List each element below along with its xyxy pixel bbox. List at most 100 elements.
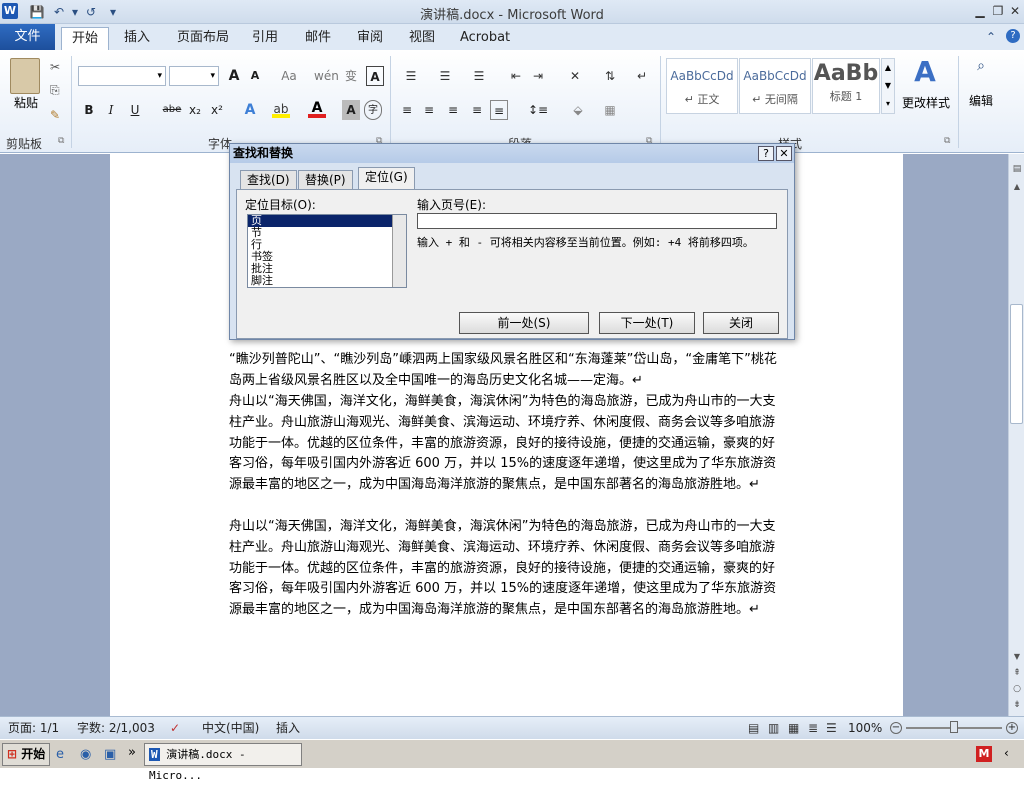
tab-file[interactable]: 文件 bbox=[0, 24, 55, 50]
tab-mailings[interactable]: 邮件 bbox=[295, 27, 341, 50]
page-count[interactable]: 页面: 1/1 bbox=[8, 717, 59, 739]
change-case-icon[interactable]: Aa bbox=[278, 66, 300, 86]
view-draft-icon[interactable]: ☰ bbox=[826, 717, 837, 739]
subscript-button[interactable]: x₂ bbox=[186, 100, 204, 120]
select-browse-object-icon[interactable]: ○ bbox=[1011, 684, 1023, 694]
word-count[interactable]: 字数: 2/1,003 bbox=[77, 717, 155, 739]
underline-button[interactable]: U bbox=[126, 100, 144, 120]
zoom-in-icon[interactable]: + bbox=[1006, 722, 1018, 734]
tab-replace[interactable]: 替换(P) bbox=[298, 170, 353, 190]
taskbar-expand-icon[interactable]: » bbox=[128, 745, 136, 760]
sort-icon[interactable]: ⇅ bbox=[600, 66, 620, 86]
help-icon[interactable]: ? bbox=[1006, 29, 1020, 43]
view-reading-icon[interactable]: ▥ bbox=[768, 717, 779, 739]
dialog-close-icon[interactable]: ✕ bbox=[776, 146, 792, 161]
change-styles-icon[interactable]: A bbox=[910, 56, 940, 88]
enclose-icon[interactable]: 字 bbox=[364, 100, 382, 120]
decrease-indent-icon[interactable]: ⇤ bbox=[506, 66, 526, 86]
style-heading-1[interactable]: AaBb 标题 1 bbox=[812, 58, 880, 114]
zoom-out-icon[interactable]: − bbox=[890, 722, 902, 734]
char-shading-icon[interactable]: A bbox=[342, 100, 360, 120]
distribute-icon[interactable]: ≡ bbox=[490, 100, 508, 120]
clipboard-launcher-icon[interactable]: ⧉ bbox=[58, 136, 64, 146]
start-button[interactable]: ⊞ 开始 bbox=[2, 743, 51, 766]
change-styles-button[interactable]: 更改样式 bbox=[900, 94, 952, 111]
bullets-icon[interactable]: ☰ bbox=[398, 66, 424, 86]
multilevel-list-icon[interactable]: ☰ bbox=[466, 66, 492, 86]
styles-scroll[interactable]: ▲ ▼ ▾ bbox=[881, 58, 895, 114]
scroll-down-icon[interactable]: ▼ bbox=[1011, 652, 1023, 661]
dialog-help-button[interactable]: ? bbox=[758, 146, 774, 161]
zoom-level[interactable]: 100% bbox=[848, 717, 882, 739]
tab-view[interactable]: 视图 bbox=[399, 27, 445, 50]
ie-icon[interactable]: e bbox=[56, 747, 64, 762]
strikethrough-button[interactable]: abe bbox=[160, 100, 184, 120]
enclose-char-icon[interactable]: 变 bbox=[342, 66, 360, 86]
increase-indent-icon[interactable]: ⇥ bbox=[528, 66, 548, 86]
taskbar-word-button[interactable]: W 演讲稿.docx - Micro... bbox=[144, 743, 302, 782]
copy-icon[interactable]: ⎘ bbox=[50, 83, 60, 98]
list-item[interactable]: 节 bbox=[248, 227, 406, 239]
char-border-icon[interactable]: A bbox=[366, 66, 384, 86]
format-painter-icon[interactable]: ✎ bbox=[50, 108, 60, 122]
tab-acrobat[interactable]: Acrobat bbox=[450, 27, 520, 50]
superscript-button[interactable]: x² bbox=[208, 100, 226, 120]
insert-mode[interactable]: 插入 bbox=[276, 717, 300, 739]
tab-home[interactable]: 开始 bbox=[61, 27, 110, 50]
tab-references[interactable]: 引用 bbox=[242, 27, 288, 50]
list-item[interactable]: 脚注 bbox=[248, 275, 406, 287]
cut-icon[interactable]: ✂ bbox=[50, 60, 60, 74]
close-window-icon[interactable]: ✕ bbox=[1005, 2, 1024, 20]
collapse-ribbon-icon[interactable]: ⌃ bbox=[986, 30, 996, 44]
italic-button[interactable]: I bbox=[102, 100, 120, 120]
minimize-icon[interactable]: ▁ bbox=[970, 2, 990, 20]
style-no-spacing[interactable]: AaBbCcDd ↵ 无间隔 bbox=[739, 58, 811, 114]
justify-icon[interactable]: ≡ bbox=[468, 100, 486, 120]
tray-expand-icon[interactable]: ‹ bbox=[1004, 746, 1009, 760]
font-size-combo[interactable]: ▾ bbox=[169, 66, 219, 86]
page-number-input[interactable] bbox=[417, 213, 777, 229]
ruler-toggle-icon[interactable]: ▤ bbox=[1011, 164, 1023, 176]
paste-icon[interactable] bbox=[10, 58, 40, 94]
tab-page-layout[interactable]: 页面布局 bbox=[167, 27, 239, 50]
paragraph[interactable]: “瞧沙列普陀山”、“瞧沙列岛”嵊泗两上国家级风景名胜区和“东海蓬莱”岱山岛，“金… bbox=[229, 350, 785, 392]
next-button[interactable]: 下一处(T) bbox=[599, 312, 695, 334]
align-center-icon[interactable]: ≡ bbox=[420, 100, 438, 120]
proofing-icon[interactable]: ✓ bbox=[170, 717, 180, 739]
bold-button[interactable]: B bbox=[80, 100, 98, 120]
vertical-scrollbar[interactable]: ▤ ▲ ▼ ⇞ ○ ⇟ bbox=[1008, 154, 1024, 716]
scroll-up-icon[interactable]: ▲ bbox=[1011, 182, 1023, 191]
font-color-icon[interactable]: A bbox=[308, 100, 326, 118]
media-icon[interactable]: ▣ bbox=[104, 747, 116, 762]
tab-find[interactable]: 查找(D) bbox=[240, 170, 297, 190]
font-name-combo[interactable]: ▾ bbox=[78, 66, 166, 86]
align-left-icon[interactable]: ≡ bbox=[398, 100, 416, 120]
text-effects-icon[interactable]: A bbox=[240, 100, 260, 120]
close-button[interactable]: 关闭 bbox=[703, 312, 779, 334]
next-page-icon[interactable]: ⇟ bbox=[1011, 700, 1023, 710]
view-outline-icon[interactable]: ≣ bbox=[808, 717, 818, 739]
grow-font-icon[interactable]: A bbox=[224, 66, 244, 86]
prev-page-icon[interactable]: ⇞ bbox=[1011, 668, 1023, 678]
align-right-icon[interactable]: ≡ bbox=[444, 100, 462, 120]
view-print-layout-icon[interactable]: ▤ bbox=[748, 717, 759, 739]
phonetic-icon[interactable]: wén bbox=[314, 66, 339, 86]
list-scrollbar[interactable] bbox=[392, 215, 406, 287]
tab-review[interactable]: 审阅 bbox=[347, 27, 393, 50]
tab-goto[interactable]: 定位(G) bbox=[358, 167, 415, 190]
binoculars-icon[interactable]: ⌕ bbox=[970, 58, 992, 80]
list-item[interactable]: 页 bbox=[248, 215, 406, 227]
language[interactable]: 中文(中国) bbox=[202, 717, 259, 739]
scroll-thumb[interactable] bbox=[1010, 304, 1023, 424]
tab-insert[interactable]: 插入 bbox=[114, 27, 160, 50]
numbering-icon[interactable]: ☰ bbox=[432, 66, 458, 86]
paragraph[interactable]: 舟山以“海天佛国，海洋文化，海鲜美食，海滨休闲”为特色的海岛旅游，已成为舟山市的… bbox=[229, 517, 785, 621]
borders-icon[interactable]: ▦ bbox=[598, 100, 622, 120]
editing-button[interactable]: 编辑 bbox=[966, 92, 996, 109]
shrink-font-icon[interactable]: A bbox=[246, 66, 264, 86]
paste-button[interactable]: 粘贴 bbox=[8, 94, 44, 111]
show-marks-icon[interactable]: ↵ bbox=[634, 66, 650, 86]
style-normal[interactable]: AaBbCcDd ↵ 正文 bbox=[666, 58, 738, 114]
chinese-layout-icon[interactable]: ✕ bbox=[562, 66, 588, 86]
shading-icon[interactable]: ⬙ bbox=[566, 100, 590, 120]
